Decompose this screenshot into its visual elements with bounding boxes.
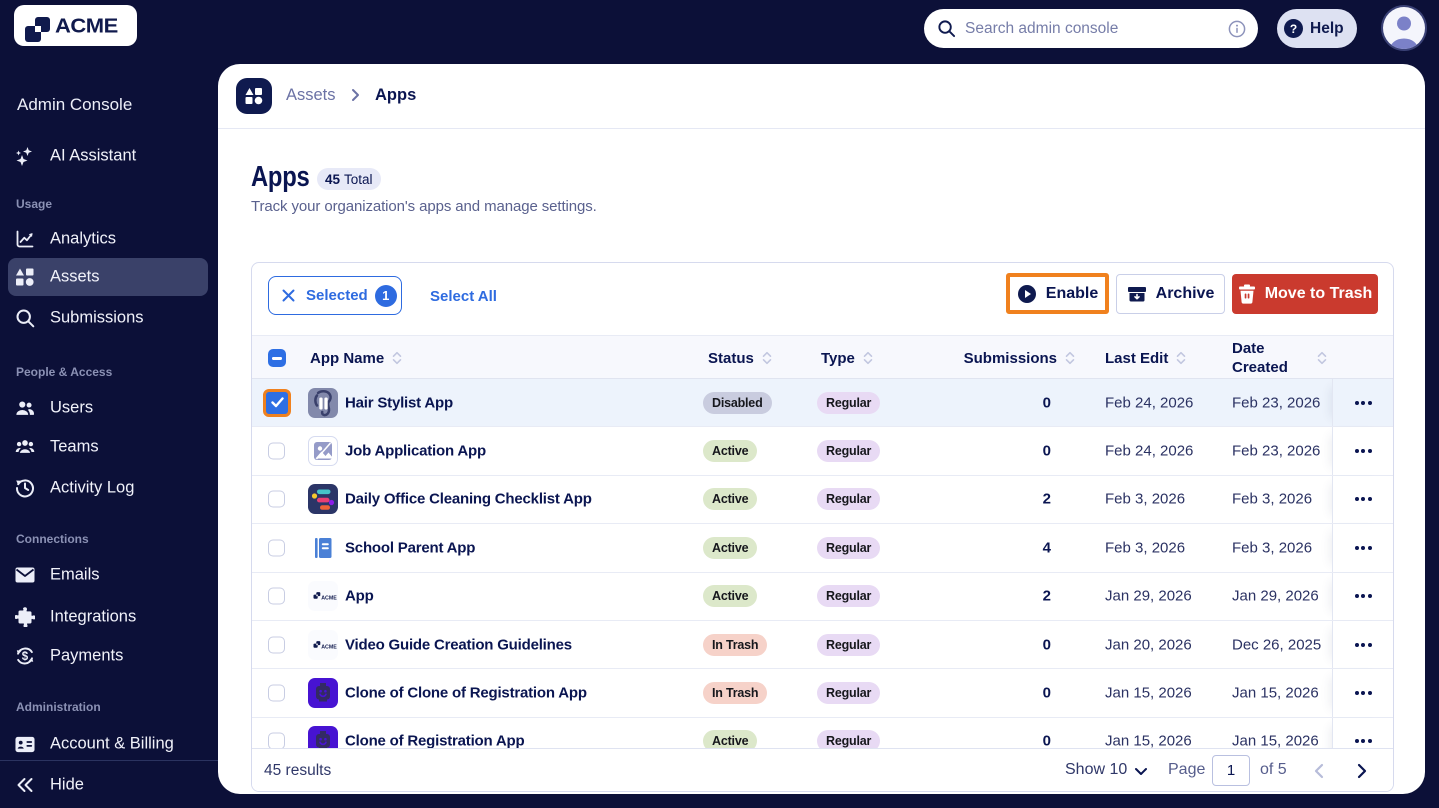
svg-text:ACME: ACME [321,596,337,602]
svg-text:$: $ [22,651,29,663]
svg-text:ACME: ACME [321,644,337,650]
